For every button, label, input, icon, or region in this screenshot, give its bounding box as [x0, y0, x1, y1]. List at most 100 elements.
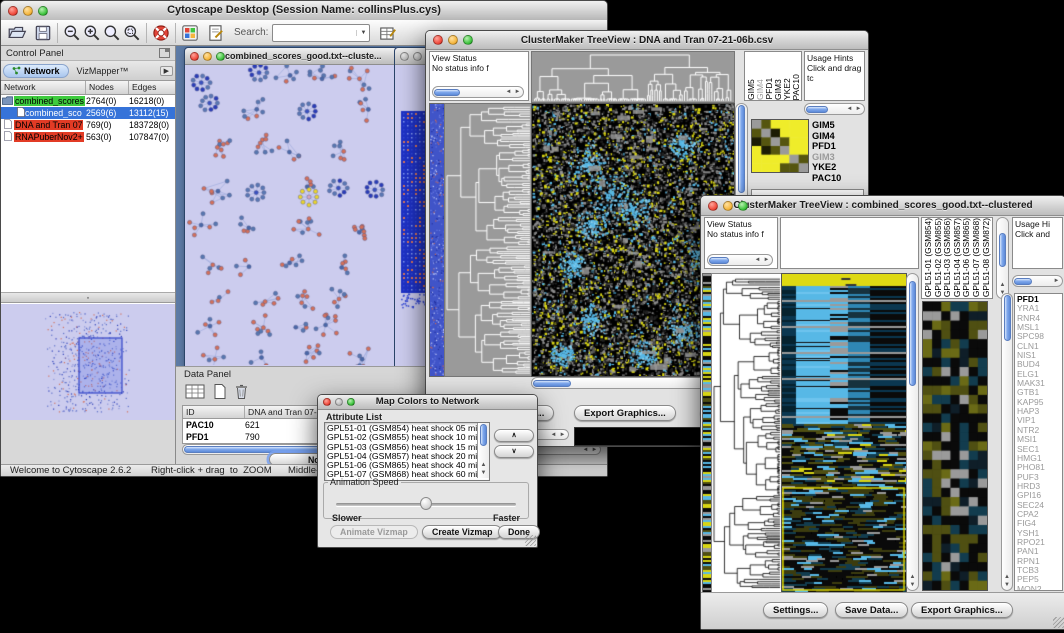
vlab-item[interactable]: YKE2: [782, 78, 791, 100]
scrollbar-thumb[interactable]: [738, 105, 745, 193]
tab-vizmapper[interactable]: VizMapper™: [69, 65, 137, 77]
zoom-out-icon[interactable]: [62, 23, 82, 43]
vlab2-item[interactable]: GPL51-02 (GSM855): [933, 218, 943, 297]
zoom-button[interactable]: [738, 201, 748, 211]
zoom-button[interactable]: [463, 35, 473, 45]
col-edges[interactable]: Edges: [129, 81, 175, 94]
network-row-combined-sco-selected[interactable]: combined_sco 2569(6) 13112(15): [1, 107, 175, 119]
settings-button[interactable]: Settings...: [763, 602, 828, 618]
network-row-dna-tran[interactable]: DNA and Tran 07 769(0) 183728(0): [1, 119, 175, 131]
col-nodes[interactable]: Nodes: [86, 81, 129, 94]
save-data-button[interactable]: Save Data...: [835, 602, 908, 618]
heatmap-vscrollbar[interactable]: ▲▼: [906, 273, 919, 591]
column-dendrogram-area[interactable]: [780, 217, 919, 269]
zoom-heatmap-canvas[interactable]: [922, 301, 988, 591]
delete-attribute-icon[interactable]: [234, 383, 249, 400]
tab-overflow-button[interactable]: ▶: [160, 66, 173, 76]
global-view-strip[interactable]: [429, 103, 445, 377]
resize-grip[interactable]: [525, 535, 536, 546]
animate-vizmap-button[interactable]: Animate Vizmap: [330, 525, 418, 539]
vlab2-item[interactable]: GPL51-07 (GSM868): [971, 218, 981, 297]
close-button[interactable]: [190, 52, 199, 61]
vlab-item[interactable]: GIM5: [746, 79, 755, 100]
vizmapper-icon[interactable]: [180, 23, 200, 43]
g1-item[interactable]: GIM4: [812, 131, 862, 142]
vlab2-item[interactable]: GPL51-01 (GSM854): [923, 218, 933, 297]
network-row-combined-scores[interactable]: combined_scores 2764(0) 16218(0): [1, 95, 175, 107]
help-ring-icon[interactable]: [151, 23, 171, 43]
vlab2-item[interactable]: GPL51-04 (GSM857): [952, 218, 962, 297]
search-dropdown-icon[interactable]: ▼: [356, 30, 369, 36]
g1-item[interactable]: GIM5: [812, 120, 862, 131]
minimize-button[interactable]: [203, 52, 212, 61]
vlab-item[interactable]: GIM4: [755, 79, 764, 100]
dialog-titlebar[interactable]: Map Colors to Network: [318, 395, 537, 410]
vlab-item[interactable]: PFD1: [764, 78, 773, 100]
vlab-item[interactable]: PAC10: [791, 74, 800, 100]
zoom-button[interactable]: [38, 6, 48, 16]
move-down-button[interactable]: ∨: [494, 445, 534, 458]
close-button[interactable]: [433, 35, 443, 45]
attribute-editor-icon[interactable]: [378, 23, 398, 43]
minimize-button[interactable]: [413, 52, 422, 61]
annotation-icon[interactable]: [206, 23, 226, 43]
select-attributes-icon[interactable]: [184, 383, 206, 400]
close-button[interactable]: [8, 6, 18, 16]
treeview2-titlebar[interactable]: ClusterMaker TreeView : combined_scores_…: [701, 196, 1064, 216]
g1-item[interactable]: YKE2: [812, 162, 862, 173]
close-button[interactable]: [400, 52, 409, 61]
resize-grip[interactable]: [1053, 617, 1064, 628]
float-panel-icon[interactable]: [159, 48, 170, 58]
vlab2-item[interactable]: GPL51-08 (GSM872): [981, 218, 991, 297]
col-network[interactable]: Network: [1, 81, 86, 94]
zoom-fit-icon[interactable]: [102, 23, 122, 43]
scrollbar-thumb[interactable]: [999, 233, 1006, 267]
g1-item[interactable]: PAC10: [812, 173, 862, 184]
right-hscrollbar[interactable]: ◄►: [804, 103, 865, 115]
scrollbar-thumb[interactable]: [1004, 295, 1011, 341]
open-session-icon[interactable]: [7, 23, 27, 43]
g1-item[interactable]: PFD1: [812, 141, 862, 152]
search-input[interactable]: [273, 27, 356, 39]
minimize-button[interactable]: [448, 35, 458, 45]
tab-network[interactable]: Network: [3, 64, 69, 78]
scrollbar-thumb[interactable]: [909, 281, 916, 386]
birdseye-canvas[interactable]: [1, 304, 174, 418]
gene-list-vscrollbar[interactable]: ▲▼: [1001, 293, 1013, 591]
column-dendrogram-canvas[interactable]: [531, 51, 735, 103]
row-dendrogram-canvas[interactable]: [444, 103, 532, 377]
zoom-selected-icon[interactable]: [122, 23, 142, 43]
zoom-heatmap-canvas[interactable]: [751, 119, 809, 173]
view-status-scrollbar[interactable]: ◄►: [707, 254, 773, 266]
minimize-button[interactable]: [723, 201, 733, 211]
attribute-list-vscrollbar[interactable]: ▲▼: [477, 423, 489, 478]
export-graphics-button[interactable]: Export Graphics...: [911, 602, 1013, 618]
speed-slider-thumb[interactable]: [420, 497, 432, 510]
vlab-item[interactable]: GIM3: [773, 79, 782, 100]
network-graph-canvas[interactable]: [187, 65, 393, 365]
g1-item[interactable]: GIM3: [812, 152, 862, 163]
col-id[interactable]: ID: [183, 406, 245, 418]
minimize-button[interactable]: [335, 398, 343, 406]
scrollbar-thumb[interactable]: [480, 424, 487, 446]
minimize-button[interactable]: [23, 6, 33, 16]
save-session-icon[interactable]: [33, 23, 53, 43]
panel-splitter[interactable]: ▪: [1, 292, 175, 303]
birdseye-panel[interactable]: [1, 303, 175, 420]
column-labels-vscrollbar[interactable]: ▲▼: [996, 217, 1009, 299]
vlab2-item[interactable]: GPL51-06 (GSM865): [961, 218, 971, 297]
row-dendrogram-canvas[interactable]: [711, 273, 782, 593]
close-button[interactable]: [323, 398, 331, 406]
view-status-scrollbar[interactable]: ◄►: [432, 86, 524, 98]
vlab2-item[interactable]: GPL51-03 (GSM856): [942, 218, 952, 297]
zoom-button[interactable]: [347, 398, 355, 406]
scrollbar-thumb[interactable]: [533, 380, 571, 387]
close-button[interactable]: [708, 201, 718, 211]
network-row-rnapuber[interactable]: RNAPuberNov2+ 563(0) 107847(0): [1, 131, 175, 143]
treeview1-titlebar[interactable]: ClusterMaker TreeView : DNA and Tran 07-…: [426, 31, 868, 50]
create-attribute-icon[interactable]: [212, 383, 228, 400]
create-vizmap-button[interactable]: Create Vizmap: [422, 525, 502, 539]
network-view-titlebar[interactable]: combined_scores_good.txt--cluste...: [185, 48, 397, 65]
zoom-in-icon[interactable]: [82, 23, 102, 43]
move-up-button[interactable]: ∧: [494, 429, 534, 442]
